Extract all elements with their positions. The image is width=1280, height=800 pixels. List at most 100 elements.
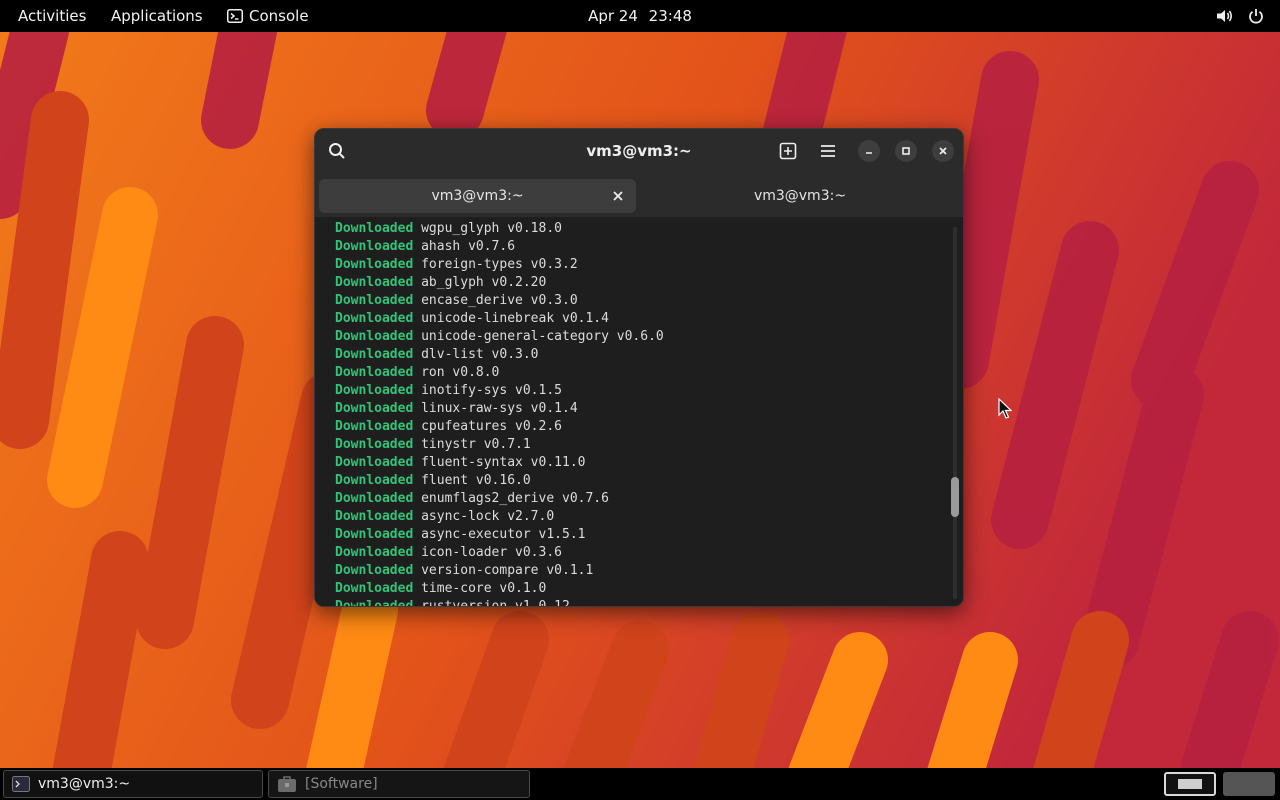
terminal-output[interactable]: Downloaded wgpu_glyph v0.18.0 Downloaded …	[315, 217, 963, 607]
console-app-menu[interactable]: Console	[227, 0, 309, 32]
download-keyword: Downloaded	[335, 599, 414, 607]
output-line: Downloaded version-compare v0.1.1	[335, 562, 664, 580]
download-keyword: Downloaded	[335, 563, 414, 578]
crate-name-version: fluent v0.16.0	[421, 473, 531, 488]
terminal-icon	[227, 9, 243, 23]
search-button[interactable]	[323, 137, 351, 165]
download-keyword: Downloaded	[335, 275, 414, 290]
close-icon	[613, 191, 623, 201]
tab-close-button[interactable]	[610, 179, 626, 213]
output-line: Downloaded fluent v0.16.0	[335, 472, 664, 490]
clock-time: 23:48	[648, 7, 692, 25]
window-headerbar[interactable]: vm3@vm3:~	[315, 129, 963, 173]
crate-name-version: icon-loader v0.3.6	[421, 545, 562, 560]
top-bar: Apr 24 23:48 Activities Applications Con…	[0, 0, 1280, 32]
download-keyword: Downloaded	[335, 311, 414, 326]
crate-name-version: async-executor v1.5.1	[421, 527, 586, 542]
download-keyword: Downloaded	[335, 329, 414, 344]
download-keyword: Downloaded	[335, 491, 414, 506]
crate-name-version: encase_derive v0.3.0	[421, 293, 578, 308]
workspace-1-indicator[interactable]	[1164, 772, 1216, 796]
clock-date: Apr 24	[588, 7, 638, 25]
tab-terminal-1[interactable]: vm3@vm3:~	[319, 179, 636, 213]
output-line: Downloaded async-executor v1.5.1	[335, 526, 664, 544]
terminal-window[interactable]: vm3@vm3:~ vm3@vm3:~ vm3@vm3:~ Downloaded…	[314, 128, 964, 607]
taskbar-item-software[interactable]: [Software]	[268, 770, 530, 798]
download-keyword: Downloaded	[335, 293, 414, 308]
output-line: Downloaded ahash v0.7.6	[335, 238, 664, 256]
crate-name-version: wgpu_glyph v0.18.0	[421, 221, 562, 236]
output-line: Downloaded fluent-syntax v0.11.0	[335, 454, 664, 472]
output-line: Downloaded encase_derive v0.3.0	[335, 292, 664, 310]
new-tab-button[interactable]	[774, 137, 802, 165]
search-icon	[329, 143, 345, 159]
scrollbar-thumb[interactable]	[951, 477, 959, 517]
crate-name-version: enumflags2_derive v0.7.6	[421, 491, 609, 506]
hamburger-menu-icon	[821, 145, 835, 157]
output-line: Downloaded async-lock v2.7.0	[335, 508, 664, 526]
crate-name-version: linux-raw-sys v0.1.4	[421, 401, 578, 416]
crate-name-version: dlv-list v0.3.0	[421, 347, 539, 362]
crate-name-version: time-core v0.1.0	[421, 581, 547, 596]
crate-name-version: version-compare v0.1.1	[421, 563, 594, 578]
output-line: Downloaded cpufeatures v0.2.6	[335, 418, 664, 436]
console-label: Console	[249, 7, 309, 25]
download-keyword: Downloaded	[335, 509, 414, 524]
taskbar-item-terminal[interactable]: vm3@vm3:~	[3, 770, 263, 798]
download-keyword: Downloaded	[335, 473, 414, 488]
download-keyword: Downloaded	[335, 239, 414, 254]
minimize-button[interactable]	[858, 140, 880, 162]
crate-name-version: cpufeatures v0.2.6	[421, 419, 562, 434]
output-line: Downloaded tinystr v0.7.1	[335, 436, 664, 454]
power-icon[interactable]	[1248, 8, 1264, 24]
mouse-pointer-icon	[998, 398, 1012, 419]
crate-name-version: unicode-linebreak v0.1.4	[421, 311, 609, 326]
crate-name-version: ron v0.8.0	[421, 365, 500, 380]
crate-name-version: tinystr v0.7.1	[421, 437, 531, 452]
output-lines: Downloaded wgpu_glyph v0.18.0 Downloaded …	[335, 220, 664, 607]
download-keyword: Downloaded	[335, 437, 414, 452]
output-line: Downloaded time-core v0.1.0	[335, 580, 664, 598]
crate-name-version: ahash v0.7.6	[421, 239, 516, 254]
download-keyword: Downloaded	[335, 383, 414, 398]
crate-name-version: rustversion v1.0.12	[421, 599, 570, 607]
output-line: Downloaded icon-loader v0.3.6	[335, 544, 664, 562]
output-line: Downloaded wgpu_glyph v0.18.0	[335, 220, 664, 238]
download-keyword: Downloaded	[335, 419, 414, 434]
output-line: Downloaded ab_glyph v0.2.20	[335, 274, 664, 292]
close-button[interactable]	[932, 140, 954, 162]
download-keyword: Downloaded	[335, 545, 414, 560]
menu-button[interactable]	[814, 137, 842, 165]
tab-terminal-2[interactable]: vm3@vm3:~	[640, 179, 960, 213]
software-bag-icon	[278, 776, 296, 792]
new-tab-icon	[779, 142, 797, 160]
volume-icon[interactable]	[1216, 8, 1234, 24]
scrollbar-track[interactable]	[953, 227, 957, 599]
output-line: Downloaded unicode-general-category v0.6…	[335, 328, 664, 346]
output-line: Downloaded foreign-types v0.3.2	[335, 256, 664, 274]
output-line: Downloaded rustversion v1.0.12	[335, 598, 664, 607]
close-icon	[939, 147, 947, 155]
download-keyword: Downloaded	[335, 527, 414, 542]
crate-name-version: async-lock v2.7.0	[421, 509, 555, 524]
system-tray[interactable]	[1216, 0, 1264, 32]
minimize-icon	[866, 152, 872, 154]
crate-name-version: foreign-types v0.3.2	[421, 257, 578, 272]
output-line: Downloaded enumflags2_derive v0.7.6	[335, 490, 664, 508]
download-keyword: Downloaded	[335, 221, 414, 236]
taskbar-item-label: vm3@vm3:~	[38, 776, 131, 792]
window-list-bar: vm3@vm3:~ [Software]	[0, 768, 1280, 800]
terminal-icon	[12, 776, 30, 792]
download-keyword: Downloaded	[335, 347, 414, 362]
applications-menu[interactable]: Applications	[111, 0, 203, 32]
activities-button[interactable]: Activities	[18, 0, 86, 32]
maximize-icon	[902, 147, 910, 155]
output-line: Downloaded ron v0.8.0	[335, 364, 664, 382]
workspace-2-indicator[interactable]	[1223, 772, 1275, 796]
output-line: Downloaded linux-raw-sys v0.1.4	[335, 400, 664, 418]
maximize-button[interactable]	[895, 140, 917, 162]
download-keyword: Downloaded	[335, 257, 414, 272]
crate-name-version: ab_glyph v0.2.20	[421, 275, 547, 290]
crate-name-version: fluent-syntax v0.11.0	[421, 455, 586, 470]
output-line: Downloaded unicode-linebreak v0.1.4	[335, 310, 664, 328]
